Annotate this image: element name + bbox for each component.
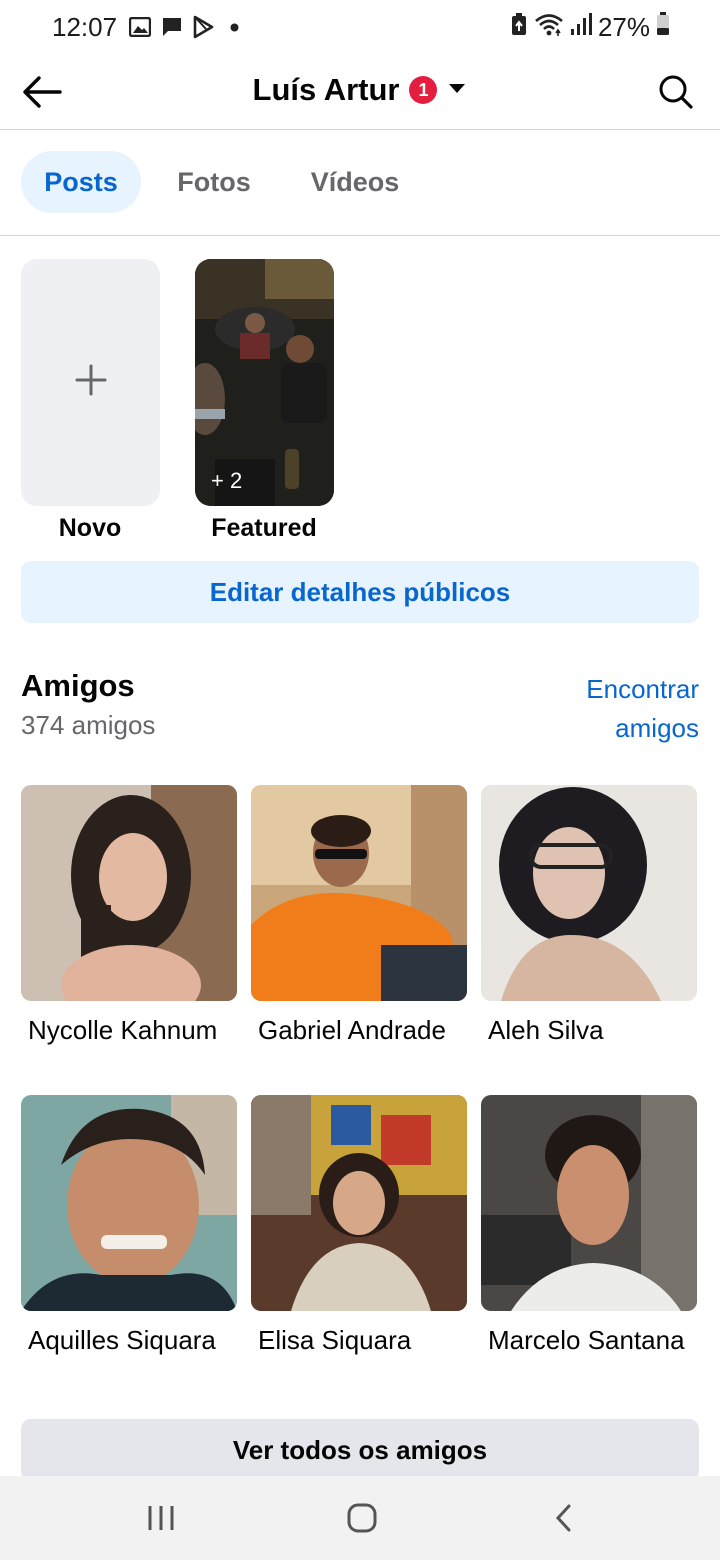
see-all-friends-button[interactable]: Ver todos os amigos: [21, 1419, 699, 1481]
friend-photo[interactable]: [21, 785, 237, 1001]
friend-name: Marcelo Santana: [488, 1325, 685, 1355]
friend-card[interactable]: Aleh Silva: [481, 785, 697, 1047]
profile-switcher[interactable]: Luís Artur 1: [0, 72, 720, 108]
friend-name: Elisa Siquara: [258, 1325, 412, 1355]
friend-name: Aleh Silva: [488, 1015, 604, 1045]
home-icon[interactable]: [332, 1496, 392, 1540]
featured-highlight-card[interactable]: + 2: [195, 259, 334, 506]
recent-apps-icon[interactable]: [131, 1496, 191, 1540]
header: Luís Artur 1: [0, 54, 720, 130]
system-nav-bar: [0, 1476, 720, 1560]
tab-fotos[interactable]: Fotos: [156, 151, 272, 213]
tab-posts[interactable]: Posts: [21, 151, 141, 213]
search-icon[interactable]: [654, 70, 698, 114]
battery-percent: 27%: [597, 12, 650, 42]
friend-photo[interactable]: [21, 1095, 237, 1311]
status-right: 27%: [510, 12, 670, 43]
find-friends-link[interactable]: Encontrar amigos: [499, 670, 699, 748]
wifi-icon: [534, 12, 564, 43]
edit-public-details-button[interactable]: Editar detalhes públicos: [21, 561, 699, 623]
message-icon: [160, 14, 184, 40]
friend-card[interactable]: Elisa Siquara: [251, 1095, 467, 1357]
signal-icon: [570, 12, 592, 43]
back-icon[interactable]: [534, 1496, 594, 1540]
friend-photo[interactable]: [251, 785, 467, 1001]
dot-icon: [228, 14, 240, 40]
page-title: Luís Artur: [252, 72, 400, 107]
featured-extra-count: + 2: [211, 468, 243, 493]
notification-badge: 1: [409, 76, 438, 104]
friend-photo[interactable]: [481, 1095, 697, 1311]
friend-card[interactable]: Nycolle Kahnum: [21, 785, 237, 1047]
friends-count: 374 amigos: [21, 710, 156, 740]
tab-videos[interactable]: Vídeos: [290, 151, 420, 213]
image-icon: [128, 14, 152, 40]
friends-title: Amigos: [21, 668, 135, 703]
friend-card[interactable]: Marcelo Santana: [481, 1095, 697, 1357]
battery-icon: [656, 12, 670, 43]
friend-name: Aquilles Siquara: [28, 1325, 216, 1355]
new-highlight-card[interactable]: [21, 259, 160, 506]
friend-card[interactable]: Gabriel Andrade: [251, 785, 467, 1047]
friend-card[interactable]: Aquilles Siquara: [21, 1095, 237, 1357]
friend-photo[interactable]: [481, 785, 697, 1001]
status-time: 12:07: [52, 12, 118, 42]
friend-photo[interactable]: [251, 1095, 467, 1311]
plus-icon: [75, 364, 107, 401]
friend-name: Gabriel Andrade: [258, 1015, 446, 1045]
status-bar: 12:07 27%: [0, 0, 720, 54]
featured-highlight-label: Featured: [211, 514, 317, 542]
friend-name: Nycolle Kahnum: [28, 1015, 218, 1045]
new-highlight-label: Novo: [58, 514, 122, 542]
battery-saver-icon: [510, 12, 528, 43]
profile-tabs: Posts Fotos Vídeos: [0, 130, 720, 236]
play-store-icon: [190, 14, 216, 40]
dropdown-icon: [447, 81, 467, 100]
